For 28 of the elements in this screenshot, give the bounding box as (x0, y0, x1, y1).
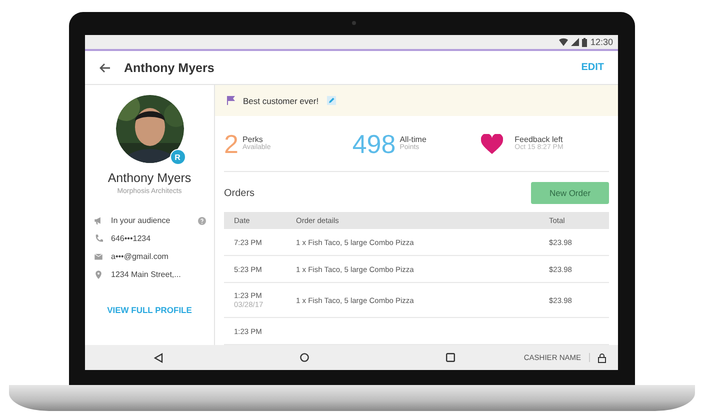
section-title: Orders (224, 188, 255, 198)
badge: R (170, 149, 186, 165)
detail-text: 646•••1234 (111, 234, 152, 243)
stat-value: 498 (352, 130, 396, 157)
detail-text: a•••@gmail.com (111, 252, 170, 261)
back-arrow-icon[interactable] (99, 62, 110, 72)
stat-value: 2 (224, 130, 238, 157)
megaphone-icon (94, 216, 103, 225)
stat-label: All-time (400, 134, 426, 144)
back-icon[interactable] (154, 352, 163, 362)
detail-text: In your audience (111, 216, 172, 225)
home-icon[interactable] (300, 353, 309, 362)
signal-icon (571, 38, 580, 46)
wifi-icon (559, 38, 568, 46)
battery-icon (582, 38, 588, 46)
stat-label: Perks (242, 134, 263, 144)
recents-icon[interactable] (446, 353, 456, 362)
detail-text: 1234 Main Street,... (111, 270, 182, 279)
customer-name: Anthony Myers (108, 171, 192, 185)
note-text: Best customer ever! (243, 96, 319, 106)
stat-label: Feedback left (514, 134, 564, 144)
page-title: Anthony Myers (124, 60, 216, 74)
lock-icon[interactable] (598, 352, 606, 362)
clock-time: 12:30 (590, 37, 613, 47)
map-pin-icon (94, 270, 103, 279)
envelope-icon (94, 252, 103, 261)
phone-icon (94, 234, 103, 243)
flag-icon (227, 96, 235, 106)
